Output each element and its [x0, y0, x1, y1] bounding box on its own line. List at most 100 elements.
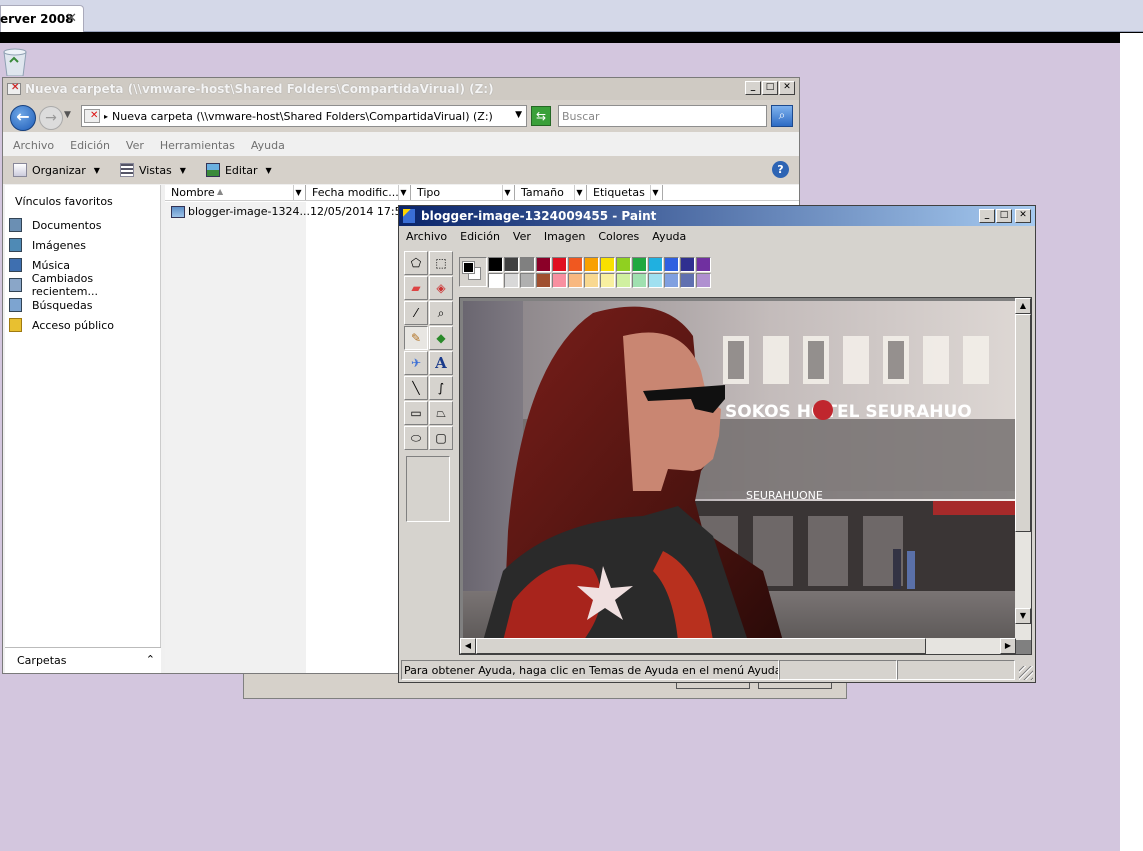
forward-button[interactable]: →: [39, 106, 63, 130]
color-swatch[interactable]: [504, 273, 519, 288]
color-swatch[interactable]: [632, 273, 647, 288]
color-swatch[interactable]: [680, 273, 695, 288]
horizontal-scroll-thumb[interactable]: [476, 638, 926, 654]
chevron-down-icon[interactable]: ▼: [502, 185, 512, 200]
history-dropdown-icon[interactable]: ▼: [64, 110, 71, 120]
close-button[interactable]: ✕: [1015, 209, 1031, 223]
color-swatch[interactable]: [648, 257, 663, 272]
maximize-button[interactable]: □: [996, 209, 1012, 223]
color-swatch[interactable]: [600, 257, 615, 272]
color-swatch[interactable]: [616, 273, 631, 288]
organize-button[interactable]: Organizar ▼: [13, 163, 100, 177]
chevron-down-icon[interactable]: ▼: [650, 185, 660, 200]
color-swatch[interactable]: [664, 257, 679, 272]
vertical-scroll-thumb[interactable]: [1015, 314, 1031, 532]
color-swatch[interactable]: [552, 257, 567, 272]
menu-edicion[interactable]: Edición: [70, 139, 110, 152]
airbrush-icon[interactable]: ✈: [404, 351, 428, 375]
color-picker-icon[interactable]: ⁄: [404, 301, 428, 325]
curve-icon[interactable]: ∫: [429, 376, 453, 400]
canvas-photo[interactable]: SOKOS HOTEL SEURAHUO SEURAHUONE: [463, 301, 1016, 641]
nav-item-acceso-publico[interactable]: Acceso público: [5, 315, 160, 335]
line-icon[interactable]: ╲: [404, 376, 428, 400]
fill-bucket-icon[interactable]: ◈: [429, 276, 453, 300]
close-button[interactable]: ✕: [779, 81, 795, 95]
color-swatch[interactable]: [536, 257, 551, 272]
current-colors[interactable]: [459, 257, 487, 287]
color-swatch[interactable]: [552, 273, 567, 288]
column-header-fecha[interactable]: Fecha modific... ▼: [306, 185, 411, 200]
views-button[interactable]: Vistas ▼: [119, 163, 186, 177]
color-swatch[interactable]: [584, 273, 599, 288]
rounded-rect-icon[interactable]: ▢: [429, 426, 453, 450]
menu-imagen[interactable]: Imagen: [544, 230, 585, 243]
column-header-tipo[interactable]: Tipo ▼: [411, 185, 515, 200]
color-swatch[interactable]: [584, 257, 599, 272]
chevron-down-icon[interactable]: ▼: [293, 185, 303, 200]
eraser-icon[interactable]: ▰: [404, 276, 428, 300]
color-swatch[interactable]: [600, 273, 615, 288]
color-swatch[interactable]: [680, 257, 695, 272]
color-swatch[interactable]: [696, 273, 711, 288]
color-swatch[interactable]: [568, 273, 583, 288]
paint-title-bar[interactable]: blogger-image-1324009455 - Paint: [399, 206, 1035, 226]
search-icon[interactable]: ⌕: [771, 105, 793, 127]
color-swatch[interactable]: [664, 273, 679, 288]
help-icon[interactable]: ?: [772, 161, 789, 178]
color-swatch[interactable]: [536, 273, 551, 288]
close-icon[interactable]: ✕: [66, 11, 77, 26]
menu-edicion[interactable]: Edición: [460, 230, 500, 243]
table-row[interactable]: blogger-image-1324... 12/05/2014 17:51: [171, 205, 410, 218]
scroll-right-icon[interactable]: ▶: [1000, 638, 1016, 654]
polygon-icon[interactable]: ⏢: [429, 401, 453, 425]
nav-item-busquedas[interactable]: Búsquedas: [5, 295, 160, 315]
color-swatch[interactable]: [488, 273, 503, 288]
nav-item-recientes[interactable]: Cambiados recientem...: [5, 272, 160, 298]
nav-item-documentos[interactable]: Documentos: [5, 215, 160, 235]
pencil-icon[interactable]: ✎: [404, 326, 428, 350]
color-swatch[interactable]: [696, 257, 711, 272]
minimize-button[interactable]: _: [745, 81, 761, 95]
rect-select-icon[interactable]: ⬚: [429, 251, 453, 275]
nav-item-imagenes[interactable]: Imágenes: [5, 235, 160, 255]
folders-toggle[interactable]: Carpetas ⌃: [5, 647, 161, 673]
edit-button[interactable]: Editar ▼: [205, 163, 272, 177]
ellipse-icon[interactable]: ⬭: [404, 426, 428, 450]
color-swatch[interactable]: [488, 257, 503, 272]
search-input[interactable]: Buscar: [558, 105, 767, 127]
rectangle-icon[interactable]: ▭: [404, 401, 428, 425]
scroll-left-icon[interactable]: ◀: [460, 638, 476, 654]
menu-archivo[interactable]: Archivo: [406, 230, 447, 243]
back-button[interactable]: ←: [10, 105, 36, 131]
chevron-down-icon[interactable]: ▼: [398, 185, 408, 200]
explorer-title-bar[interactable]: ✕ Nueva carpeta (\\vmware-host\Shared Fo…: [3, 78, 799, 100]
text-icon[interactable]: A: [429, 351, 453, 375]
menu-ayuda[interactable]: Ayuda: [652, 230, 686, 243]
horizontal-scrollbar[interactable]: ◀ ▶: [460, 638, 1016, 654]
resize-grip[interactable]: [1019, 666, 1033, 680]
scroll-up-icon[interactable]: ▲: [1015, 298, 1031, 314]
brush-icon[interactable]: ◆: [429, 326, 453, 350]
color-swatch[interactable]: [520, 257, 535, 272]
address-field[interactable]: ▸ Nueva carpeta (\\vmware-host\Shared Fo…: [81, 105, 527, 127]
color-swatch[interactable]: [648, 273, 663, 288]
minimize-button[interactable]: _: [979, 209, 995, 223]
magnifier-icon[interactable]: ⌕: [429, 301, 453, 325]
column-header-tamano[interactable]: Tamaño ▼: [515, 185, 587, 200]
tool-options-box[interactable]: [406, 456, 450, 522]
menu-colores[interactable]: Colores: [598, 230, 639, 243]
recycle-bin-icon[interactable]: [0, 48, 34, 76]
address-dropdown-icon[interactable]: ▼: [515, 110, 522, 120]
host-tab[interactable]: erver 2008 ✕: [0, 5, 84, 32]
refresh-button[interactable]: ⇆: [531, 106, 551, 126]
color-swatch[interactable]: [568, 257, 583, 272]
menu-archivo[interactable]: Archivo: [13, 139, 54, 152]
scroll-down-icon[interactable]: ▼: [1015, 608, 1031, 624]
chevron-down-icon[interactable]: ▼: [574, 185, 584, 200]
menu-ver[interactable]: Ver: [513, 230, 531, 243]
color-swatch[interactable]: [520, 273, 535, 288]
vertical-scrollbar[interactable]: ▲ ▼: [1015, 298, 1031, 640]
color-swatch[interactable]: [504, 257, 519, 272]
column-header-nombre[interactable]: Nombre ▲ ▼: [165, 185, 306, 200]
free-select-icon[interactable]: ⬠: [404, 251, 428, 275]
